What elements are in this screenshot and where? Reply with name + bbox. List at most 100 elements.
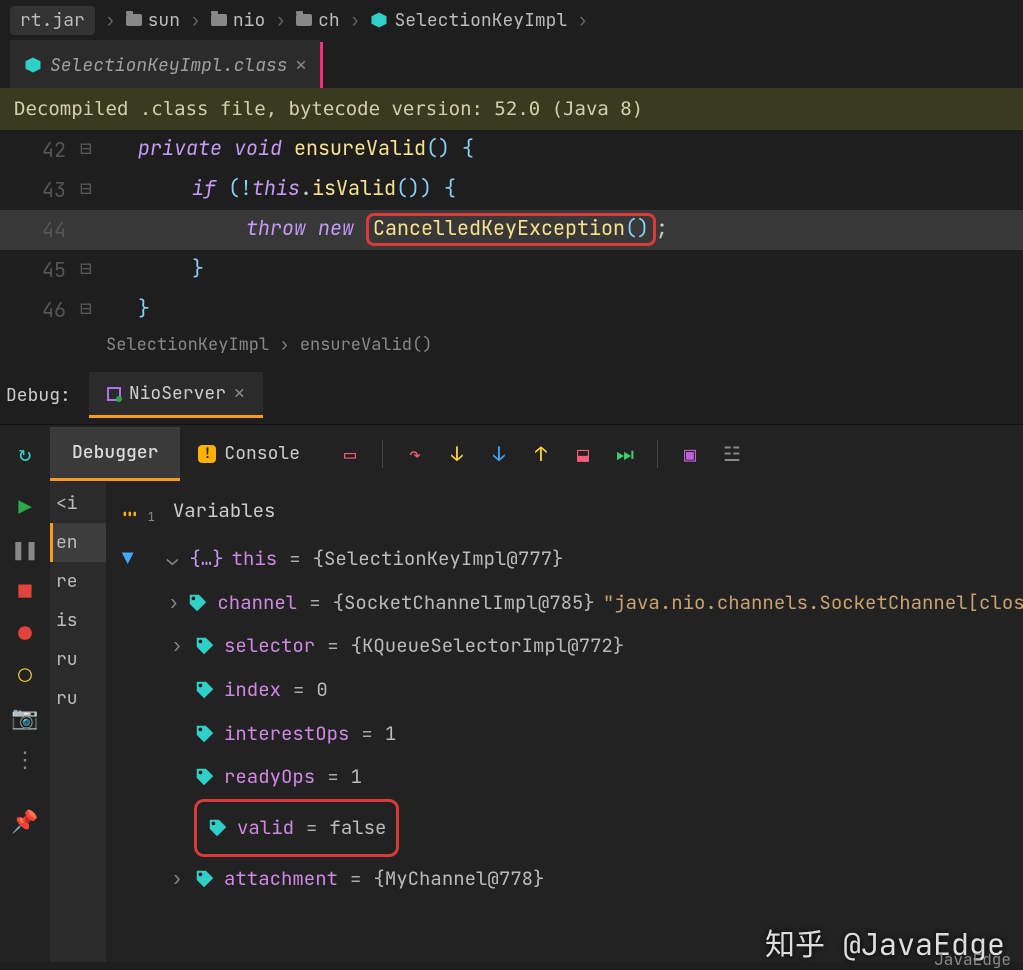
var-row[interactable]: readyOps = 1 [112, 755, 1017, 799]
line-number: 43 [0, 170, 80, 210]
crumb-label: ch [318, 9, 340, 32]
field-icon [194, 868, 216, 890]
var-value: 1 [385, 712, 396, 756]
field-icon [194, 766, 216, 788]
decompiled-banner: Decompiled .class file, bytecode version… [0, 88, 1023, 130]
editor-tab[interactable]: SelectionKeyImpl.class ✕ [10, 40, 321, 88]
var-name: selector [224, 624, 315, 668]
expand-icon[interactable]: › [168, 857, 186, 901]
more-dots-icon[interactable]: … [122, 502, 138, 512]
tab-console[interactable]: ! Console [180, 428, 318, 479]
tab-debugger[interactable]: Debugger [50, 427, 180, 481]
expand-icon[interactable]: › [168, 624, 186, 668]
fold-icon[interactable]: ⊟ [80, 130, 98, 170]
more-icon[interactable]: ⋮ [14, 748, 36, 770]
var-name: index [224, 668, 281, 712]
var-value: {MyChannel@778} [373, 857, 544, 901]
crumb-sun[interactable]: sun [126, 9, 180, 32]
var-value: {SelectionKeyImpl@777} [313, 537, 564, 581]
step-out-icon[interactable]: ↑ [531, 444, 551, 464]
crumb-label: sun [148, 9, 180, 32]
fold-icon[interactable]: ⊟ [80, 170, 98, 210]
debugger-toolbar: ↻ Debugger ! Console ▭ ↷ ↓ ↓ ↑ ⬓ ⏭ ▣ ☳ [0, 424, 1023, 482]
exception-name: CancelledKeyException [373, 215, 625, 241]
debug-tab-row: Debug: NioServer ✕ [0, 366, 1023, 424]
field-icon [194, 679, 216, 701]
expand-icon[interactable]: › [168, 581, 179, 625]
crumb-ch[interactable]: ch [296, 9, 340, 32]
var-value: 1 [351, 755, 362, 799]
fold-icon[interactable]: ⊟ [80, 290, 98, 330]
tab-label: SelectionKeyImpl.class [50, 54, 288, 77]
pin-icon[interactable]: 📌 [14, 810, 36, 832]
var-row[interactable]: index = 0 [112, 668, 1017, 712]
settings-icon[interactable]: ☳ [722, 444, 742, 464]
crumb-class[interactable]: SelectionKeyImpl [370, 9, 567, 32]
crumb-nio[interactable]: nio [211, 9, 265, 32]
frame-row[interactable]: is [50, 601, 106, 640]
var-name: this [232, 537, 278, 581]
highlighted-var: valid = false [194, 799, 399, 857]
watermark-small: JavaEdge [934, 949, 1011, 970]
folder-icon [296, 14, 312, 26]
mute-bp-icon[interactable]: ◯ [14, 664, 36, 686]
var-row[interactable]: valid = false [112, 799, 1017, 857]
variables-title: Variables [173, 498, 276, 523]
editor-context-crumb[interactable]: SelectionKeyImpl › ensureValid() [0, 330, 1023, 366]
close-icon[interactable]: ✕ [296, 54, 307, 77]
step-over-icon[interactable]: ↷ [405, 444, 425, 464]
code-editor[interactable]: 42 ⊟ private void ensureValid() { 43 ⊟ i… [0, 130, 1023, 330]
run-config-icon [107, 387, 121, 401]
var-name: valid [237, 806, 294, 850]
run-to-cursor-icon[interactable]: ⏭ [615, 444, 635, 464]
var-name: interestOps [224, 712, 349, 756]
drop-frame-icon[interactable]: ⬓ [573, 444, 593, 464]
frame-row[interactable]: en [50, 523, 106, 562]
folder-icon [211, 14, 227, 26]
frame-row[interactable]: <i [50, 484, 106, 523]
collapse-icon[interactable]: ⌄ [163, 537, 181, 581]
frame-row[interactable]: re [50, 562, 106, 601]
breakpoints-icon[interactable]: ● [14, 622, 36, 644]
var-row[interactable]: ›channel = {SocketChannelImpl@785} "java… [112, 581, 1017, 625]
field-icon [194, 723, 216, 745]
show-exec-point-icon[interactable]: ▭ [340, 444, 360, 464]
line-number: 45 [0, 250, 80, 290]
force-step-into-icon[interactable]: ↓ [489, 444, 509, 464]
frame-row[interactable]: ru [50, 679, 106, 718]
fold-icon[interactable]: ⊟ [80, 250, 98, 290]
step-into-icon[interactable]: ↓ [447, 444, 467, 464]
line-number: 42 [0, 130, 80, 170]
camera-icon[interactable]: 📷 [14, 706, 36, 728]
debug-label: Debug: [6, 384, 71, 407]
debug-config-tab[interactable]: NioServer ✕ [89, 372, 263, 418]
filter-icon[interactable]: ▼ [122, 537, 133, 581]
variables-panel: … 1 Variables ▼ ⌄ {…} this = {SelectionKe… [106, 482, 1023, 962]
line-number: 46 [0, 290, 80, 330]
breadcrumb: rt.jar › sun › nio › ch › SelectionKeyIm… [0, 0, 1023, 40]
resume-icon[interactable]: ▶ [14, 496, 36, 518]
object-icon: {…} [189, 537, 223, 581]
var-row[interactable]: interestOps = 1 [112, 712, 1017, 756]
debug-side-toolbar: ▶ ❚❚ ■ ● ◯ 📷 ⋮ 📌 [0, 482, 50, 962]
field-icon [194, 635, 216, 657]
var-value: 0 [316, 668, 327, 712]
field-icon [187, 592, 209, 614]
var-value: {SocketChannelImpl@785} [333, 581, 595, 625]
var-row[interactable]: ›attachment = {MyChannel@778} [112, 857, 1017, 901]
class-icon [24, 56, 42, 74]
stop-icon[interactable]: ■ [14, 580, 36, 602]
frames-list[interactable]: <i en re is ru ru [50, 482, 106, 962]
editor-tab-bar: SelectionKeyImpl.class ✕ [0, 40, 1023, 88]
crumb-label: nio [233, 9, 265, 32]
field-icon [207, 817, 229, 839]
pause-icon[interactable]: ❚❚ [14, 538, 36, 560]
var-row[interactable]: ›selector = {KQueueSelectorImpl@772} [112, 624, 1017, 668]
rerun-icon[interactable]: ↻ [14, 443, 36, 465]
crumb-root[interactable]: rt.jar [10, 6, 95, 35]
evaluate-icon[interactable]: ▣ [680, 444, 700, 464]
variables-tree[interactable]: ▼ ⌄ {…} this = {SelectionKeyImpl@777} ›c… [112, 537, 1017, 901]
close-icon[interactable]: ✕ [234, 382, 245, 405]
var-string: "java.nio.channels.SocketChannel[closed]… [603, 581, 1023, 625]
frame-row[interactable]: ru [50, 640, 106, 679]
